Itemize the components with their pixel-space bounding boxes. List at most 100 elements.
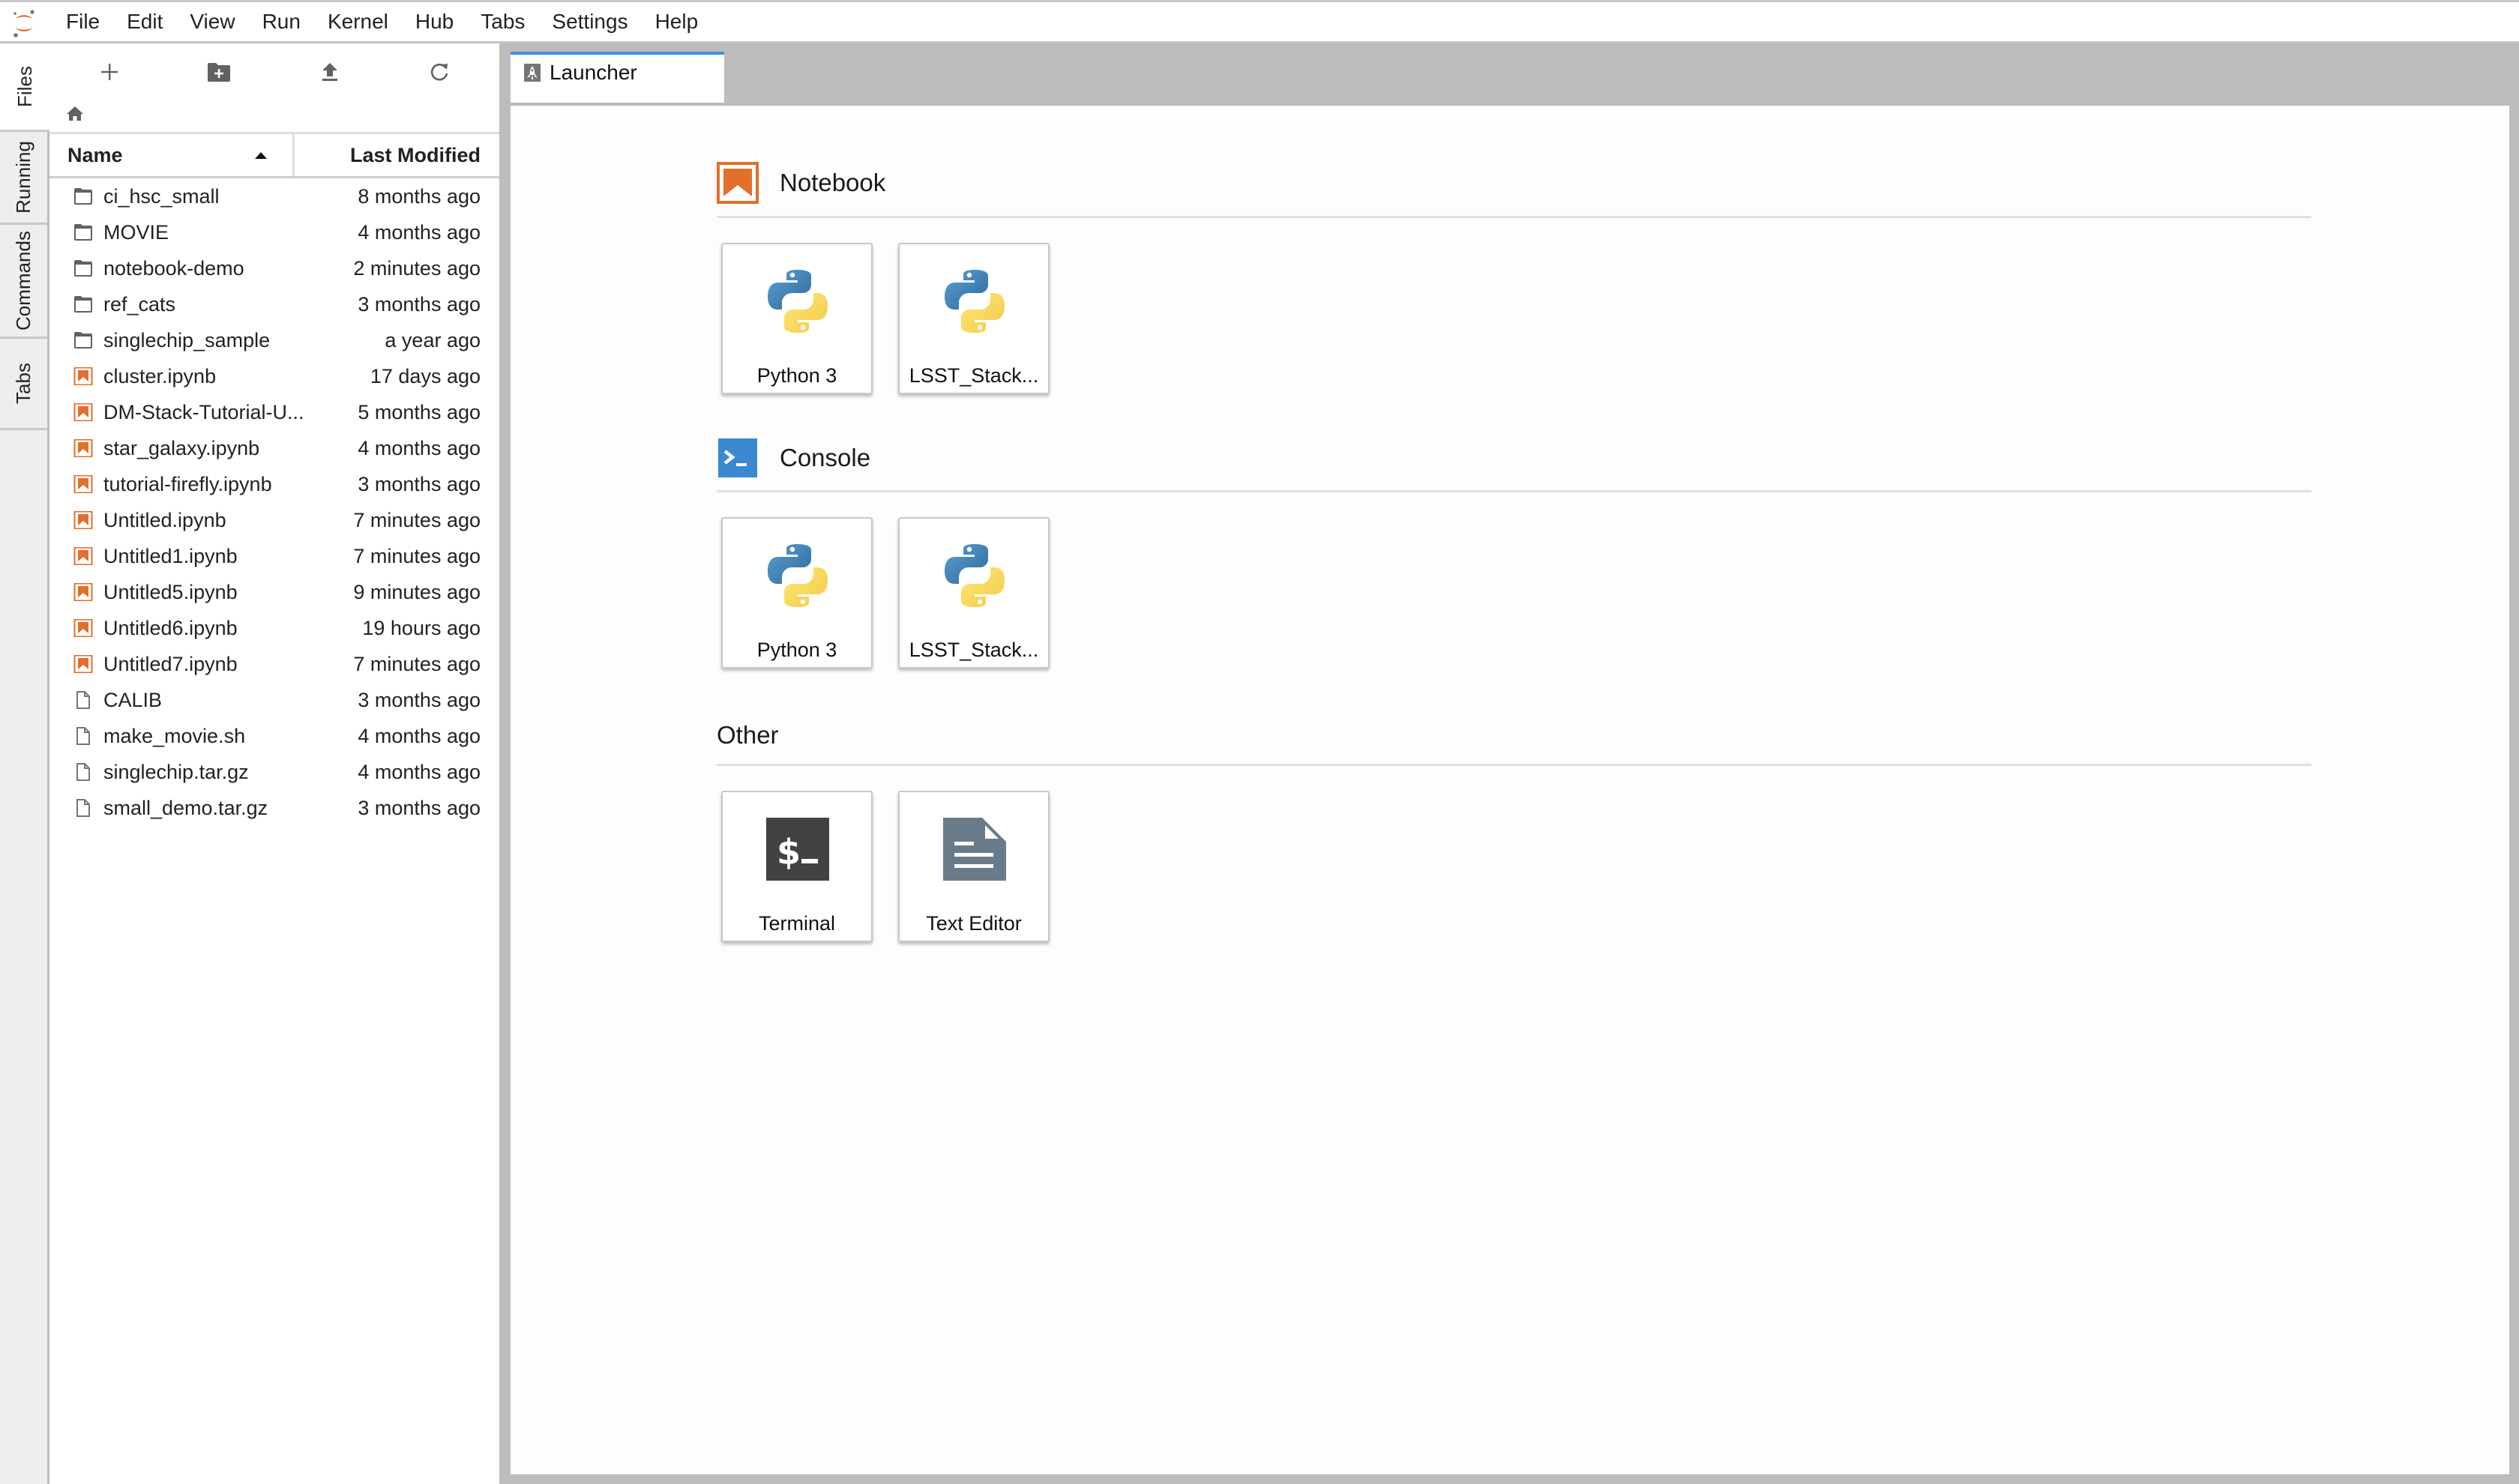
svg-text:$: $: [777, 832, 801, 872]
file-list-item[interactable]: tutorial-firefly.ipynb 3 months ago: [49, 466, 499, 502]
main-menu: File Edit View Run Kernel Hub Tabs Setti…: [52, 2, 711, 41]
file-browser: Name Last Modified ci_hsc_small 8 months …: [49, 43, 499, 1484]
file-list-item[interactable]: Untitled5.ipynb 9 minutes ago: [49, 574, 499, 610]
file-modified: 3 months ago: [358, 292, 481, 316]
launcher-card-notebook-lsst-stack[interactable]: LSST_Stack...: [898, 243, 1050, 394]
card-label: Python 3: [756, 639, 837, 661]
file-name: singlechip_sample: [103, 328, 271, 352]
jupyter-logo-icon[interactable]: [9, 7, 39, 40]
launcher-card-terminal[interactable]: $ Terminal: [721, 791, 873, 942]
menu-run[interactable]: Run: [249, 2, 314, 41]
file-modified: 17 days ago: [370, 364, 481, 387]
menu-help[interactable]: Help: [642, 2, 712, 41]
text-editor-icon: [937, 812, 1012, 887]
terminal-icon: $: [760, 812, 835, 887]
file-list-item[interactable]: Untitled6.ipynb 19 hours ago: [49, 610, 499, 646]
file-name: Untitled1.ipynb: [103, 544, 238, 567]
file-list-item[interactable]: notebook-demo 2 minutes ago: [49, 250, 499, 286]
file-list-item[interactable]: small_demo.tar.gz 3 months ago: [49, 790, 499, 826]
column-name-header[interactable]: Name: [49, 134, 295, 176]
file-modified: 4 months ago: [358, 436, 481, 459]
new-folder-button[interactable]: [196, 54, 241, 90]
file-modified: 8 months ago: [358, 184, 481, 208]
notebook-file-icon: [73, 475, 93, 493]
new-launcher-button[interactable]: [87, 54, 132, 90]
python-logo-icon: [937, 264, 1012, 339]
file-list-header: Name Last Modified: [49, 132, 499, 178]
launcher-card-notebook-python3[interactable]: Python 3: [721, 243, 873, 394]
file-list-item[interactable]: DM-Stack-Tutorial-U... 5 months ago: [49, 394, 499, 430]
side-tab-tabs[interactable]: Tabs: [0, 339, 47, 430]
menu-settings[interactable]: Settings: [538, 2, 641, 41]
file-modified: 4 months ago: [358, 724, 481, 747]
upload-button[interactable]: [307, 54, 352, 90]
refresh-icon: [430, 63, 448, 81]
file-list-item[interactable]: Untitled.ipynb 7 minutes ago: [49, 502, 499, 538]
file-name: CALIB: [103, 688, 163, 711]
file-list-item[interactable]: ref_cats 3 months ago: [49, 286, 499, 322]
file-name: small_demo.tar.gz: [103, 796, 268, 819]
upload-icon: [322, 63, 337, 81]
file-name: singlechip.tar.gz: [103, 760, 249, 783]
launcher-card-console-python3[interactable]: Python 3: [721, 517, 873, 669]
file-list-item[interactable]: star_galaxy.ipynb 4 months ago: [49, 430, 499, 466]
menu-file[interactable]: File: [52, 2, 113, 41]
section-other-header: Other: [717, 714, 779, 756]
section-console-title: Console: [780, 444, 871, 471]
column-last-modified-label: Last Modified: [350, 143, 481, 166]
side-tab-files[interactable]: Files: [0, 43, 49, 132]
menu-edit[interactable]: Edit: [113, 2, 176, 41]
menu-tabs[interactable]: Tabs: [467, 2, 538, 41]
file-list-item[interactable]: Untitled7.ipynb 7 minutes ago: [49, 646, 499, 682]
file-modified: a year ago: [385, 328, 481, 352]
console-icon: [718, 438, 757, 477]
file-modified: 19 hours ago: [362, 616, 481, 639]
file-list-item[interactable]: Untitled1.ipynb 7 minutes ago: [49, 538, 499, 574]
file-name: notebook-demo: [103, 256, 244, 280]
tab-launcher[interactable]: Launcher: [511, 52, 724, 103]
tab-launcher-label: Launcher: [550, 61, 637, 84]
file-modified: 7 minutes ago: [353, 544, 481, 567]
section-notebook-title: Notebook: [780, 169, 886, 196]
launcher-card-text-editor[interactable]: Text Editor: [898, 791, 1050, 942]
notebook-file-icon: [73, 583, 93, 601]
file-icon: [76, 727, 90, 745]
section-notebook-divider: [717, 216, 2311, 218]
side-tab-commands-label: Commands: [12, 231, 34, 331]
column-last-modified-header[interactable]: Last Modified: [295, 134, 499, 176]
section-notebook-header: Notebook: [717, 162, 885, 204]
file-list-item[interactable]: MOVIE 4 months ago: [49, 214, 499, 250]
file-name: Untitled7.ipynb: [103, 652, 238, 675]
file-list-item[interactable]: singlechip.tar.gz 4 months ago: [49, 754, 499, 790]
notebook-file-icon: [73, 547, 93, 565]
refresh-button[interactable]: [417, 54, 462, 90]
menu-hub[interactable]: Hub: [402, 2, 467, 41]
file-list-item[interactable]: singlechip_sample a year ago: [49, 322, 499, 358]
folder-icon: [74, 188, 92, 205]
file-modified: 7 minutes ago: [353, 508, 481, 531]
side-tab-running[interactable]: Running: [0, 132, 47, 225]
menu-view[interactable]: View: [176, 2, 248, 41]
launcher-card-console-lsst-stack[interactable]: LSST_Stack...: [898, 517, 1050, 669]
file-modified: 4 months ago: [358, 760, 481, 783]
main-tab-bar: Launcher: [511, 43, 2509, 103]
column-name-label: Name: [67, 143, 123, 166]
file-name: Untitled6.ipynb: [103, 616, 238, 639]
notebook-icon: [717, 162, 759, 204]
home-icon[interactable]: [66, 105, 84, 121]
file-list-item[interactable]: make_movie.sh 4 months ago: [49, 718, 499, 754]
sort-ascending-icon: [255, 152, 267, 159]
side-tab-running-label: Running: [12, 141, 35, 214]
side-tab-tabs-label: Tabs: [11, 363, 34, 404]
file-list-item[interactable]: ci_hsc_small 8 months ago: [49, 178, 499, 214]
file-modified: 4 months ago: [358, 220, 481, 244]
side-tab-commands[interactable]: Commands: [0, 225, 47, 339]
file-list-item[interactable]: cluster.ipynb 17 days ago: [49, 358, 499, 394]
file-name: MOVIE: [103, 220, 169, 244]
file-modified: 9 minutes ago: [353, 580, 481, 603]
file-icon: [76, 799, 90, 817]
menu-kernel[interactable]: Kernel: [314, 2, 402, 41]
section-other-divider: [717, 764, 2311, 766]
file-list-item[interactable]: CALIB 3 months ago: [49, 682, 499, 718]
file-modified: 5 months ago: [358, 400, 481, 423]
